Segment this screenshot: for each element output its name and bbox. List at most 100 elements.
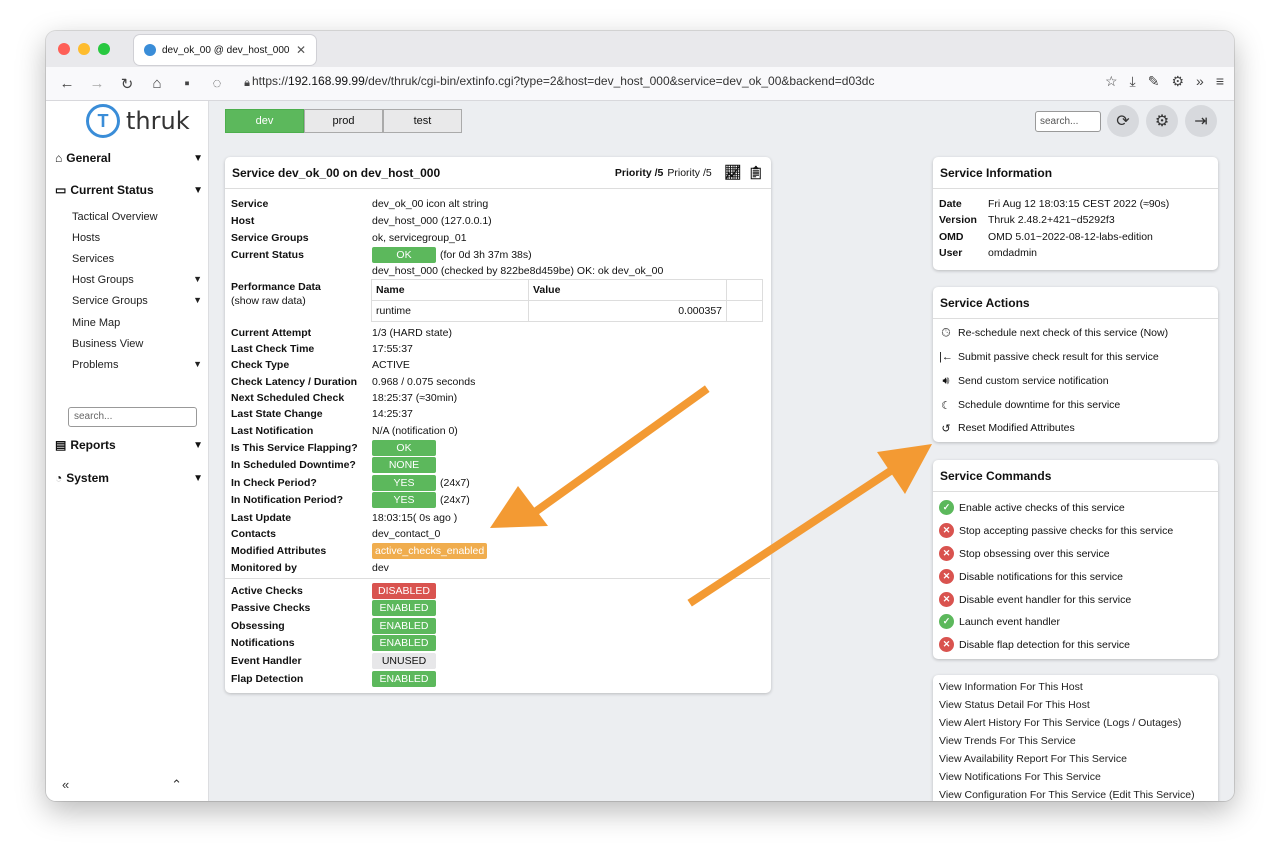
row-label: Next Scheduled Check [231,392,345,404]
close-window-button[interactable] [58,43,70,55]
back-icon[interactable]: ← [58,75,76,93]
minimize-window-button[interactable] [78,43,90,55]
trends-chart-icon[interactable]: 📈︎ [724,164,742,181]
row-value: ACTIVE [372,359,410,371]
backend-prod-button[interactable]: prod [304,109,383,133]
show-raw-data-link[interactable]: (show raw data) [231,295,306,307]
info-value: OMD 5.01~2022-08-12-labs-edition [988,231,1153,243]
row-label: Service [231,198,269,210]
row-host: Host dev_host_000 (127.0.0.1) [231,213,492,229]
row-last-check: Last Check Time 17:55:37 [231,341,413,357]
sidebar-search-input[interactable]: search... [68,407,197,427]
check-period-badge: YES [372,475,436,491]
sidebar-item-services[interactable]: Services [72,253,202,265]
bookmark-star-icon[interactable]: ☆ [1105,73,1118,90]
row-label: Performance Data [231,281,321,293]
command-stop-obsessing[interactable]: ✕ Stop obsessing over this service [939,546,1110,561]
link-availability-report[interactable]: View Availability Report For This Servic… [939,753,1127,765]
browser-actions: ☆ ⤓ ✎ ⚙ » ≡ [1105,73,1224,90]
command-launch-event-handler[interactable]: ✓ Launch event handler [939,614,1060,629]
home-icon[interactable]: ⌂ [148,75,166,93]
action-submit-passive[interactable]: |← Submit passive check result for this s… [939,350,1159,364]
moon-icon: ☾ [941,399,951,412]
check-circle-icon: ✓ [939,500,954,515]
url-bar[interactable]: https://192.168.99.99/dev/thruk/cgi-bin/… [252,74,874,88]
close-tab-icon[interactable]: ✕ [296,43,306,57]
item-label: Host Groups [72,274,134,286]
row-next-check: Next Scheduled Check 18:25:37 (≈30min) [231,390,457,406]
refresh-icon[interactable]: ⟳ [1107,105,1139,137]
command-enable-active-checks[interactable]: ✓ Enable active checks of this service [939,500,1125,515]
gauge-icon: ◔ [55,471,63,485]
item-label: Business View [72,338,144,350]
link-host-information[interactable]: View Information For This Host [939,681,1083,693]
notifications-badge: ENABLED [372,635,436,651]
priority-bold: Priority /5 [614,166,664,179]
sidebar-item-hosts[interactable]: Hosts [72,232,202,244]
row-label: In Notification Period? [231,494,343,506]
clipboard-icon[interactable]: 📋︎ [747,165,764,181]
link-trends[interactable]: View Trends For This Service [939,735,1076,747]
backend-dev-button[interactable]: dev [225,109,304,133]
settings-gear-icon[interactable]: ⚙ [1146,105,1178,137]
sidebar-section-current-status[interactable]: ▭ Current Status ▼ [55,183,203,197]
card-title: Service Actions [933,287,1218,319]
sidebar-item-service-groups[interactable]: Service Groups ▼ [72,295,202,307]
command-stop-passive-checks[interactable]: ✕ Stop accepting passive checks for this … [939,523,1173,538]
sidebar: T thruk ⌂ General ▼ ▭ Current Status ▼ Tacti… [46,101,209,801]
shield-icon[interactable]: ◌ [208,75,226,93]
action-reset-attributes[interactable]: ↺ Reset Modified Attributes [939,421,1074,435]
reload-icon[interactable]: ↻ [118,75,136,93]
browser-tab[interactable]: dev_ok_00 @ dev_host_000 ✕ [134,35,316,65]
header-search-input[interactable]: search... [1035,111,1101,132]
timeperiod-link[interactable]: (24x7) [440,494,470,506]
info-key: Version [939,214,977,226]
row-value: dev [372,562,389,574]
sidebar-item-problems[interactable]: Problems ▼ [72,359,202,371]
row-value: 1/3 (HARD state) [372,327,452,339]
sidebar-section-reports[interactable]: ▤ Reports ▼ [55,438,203,452]
sidebar-item-business-view[interactable]: Business View [72,338,202,350]
timeperiod-link[interactable]: (24x7) [440,477,470,489]
extension-icon[interactable]: ▪ [178,75,196,93]
backend-test-button[interactable]: test [383,109,462,133]
sidebar-section-system[interactable]: ◔ System ▼ [55,471,203,485]
row-label: Last Notification [231,425,314,437]
command-label: Enable active checks of this service [959,501,1125,514]
action-schedule-downtime[interactable]: ☾ Schedule downtime for this service [939,398,1120,412]
action-send-notification[interactable]: 🔊︎ Send custom service notification [939,374,1109,388]
maximize-window-button[interactable] [98,43,110,55]
thruk-logo[interactable]: T thruk [86,104,190,138]
row-performance-data: Performance Data (show raw data) [231,281,372,311]
link-notifications[interactable]: View Notifications For This Service [939,771,1101,783]
row-passive-checks: Passive Checks ENABLED [231,600,436,616]
link-alert-history[interactable]: View Alert History For This Service (Log… [939,717,1181,729]
overflow-chevrons-icon[interactable]: » [1196,73,1204,90]
link-host-status-detail[interactable]: View Status Detail For This Host [939,699,1090,711]
speaker-icon: 🔊︎ [942,374,950,387]
action-reschedule[interactable]: 🕒︎ Re-schedule next check of this service… [939,326,1168,340]
link-configuration[interactable]: View Configuration For This Service (Edi… [939,789,1195,801]
sidebar-footer: « ⌃ [62,777,182,793]
contact-link[interactable]: dev_contact_0 [372,528,440,540]
gear-icon[interactable]: ⚙ [1171,73,1184,90]
command-disable-flap-detection[interactable]: ✕ Disable flap detection for this service [939,637,1130,652]
logout-icon[interactable]: ⇥ [1185,105,1217,137]
menu-icon[interactable]: ≡ [1216,73,1224,90]
command-disable-event-handler[interactable]: ✕ Disable event handler for this service [939,592,1131,607]
download-icon[interactable]: ⤓ [1130,73,1136,90]
sidebar-section-general[interactable]: ⌂ General ▼ [55,151,203,165]
command-disable-notifications[interactable]: ✕ Disable notifications for this service [939,569,1123,584]
forward-icon[interactable]: → [88,75,106,93]
sidebar-item-tactical-overview[interactable]: Tactical Overview [72,211,202,223]
event-handler-badge: UNUSED [372,653,436,669]
scroll-top-icon[interactable]: ⌃ [171,777,182,793]
page: T thruk ⌂ General ▼ ▭ Current Status ▼ Tacti… [46,101,1234,801]
service-groups-links[interactable]: ok, servicegroup_01 [372,232,467,244]
sidebar-item-host-groups[interactable]: Host Groups ▼ [72,274,202,286]
host-link[interactable]: dev_host_000 (127.0.0.1) [372,215,492,227]
collapse-sidebar-icon[interactable]: « [62,777,69,793]
section-label: Current Status [70,183,154,197]
wrench-icon[interactable]: ✎ [1148,73,1160,90]
sidebar-item-mine-map[interactable]: Mine Map [72,317,202,329]
